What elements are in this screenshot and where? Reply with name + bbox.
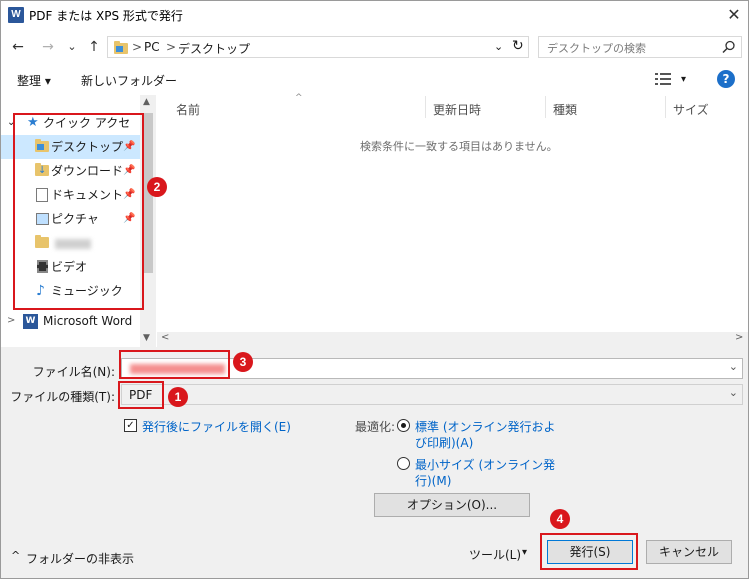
- nav-item-label: Microsoft Word: [43, 314, 133, 328]
- empty-list-message: 検索条件に一致する項目はありません。: [360, 140, 558, 153]
- history-dropdown[interactable]: ⌄: [65, 37, 79, 57]
- annotation-badge-2: 2: [147, 177, 167, 197]
- annotation-box-1: [118, 381, 164, 409]
- optimize-minimum-label-1[interactable]: 最小サイズ (オンライン発: [415, 456, 555, 473]
- sort-up-icon: ^: [295, 93, 303, 103]
- refresh-icon[interactable]: ↻: [512, 38, 524, 54]
- organize-menu[interactable]: 整理 ▾: [17, 72, 51, 89]
- view-list-icon[interactable]: [655, 73, 671, 85]
- filetype-select[interactable]: PDF ⌄: [121, 384, 743, 405]
- optimize-minimum-label-2[interactable]: 行)(M): [415, 472, 451, 489]
- column-divider[interactable]: [425, 96, 426, 118]
- filetype-label: ファイルの種類(T):: [10, 390, 115, 404]
- tools-dropdown-arrow[interactable]: ▾: [522, 547, 527, 558]
- annotation-box-2: [13, 113, 144, 310]
- open-after-checkbox[interactable]: ✓: [124, 419, 137, 432]
- options-button[interactable]: オプション(O)...: [374, 493, 530, 517]
- window-title: PDF または XPS 形式で発行: [29, 9, 183, 23]
- title-bar: W PDF または XPS 形式で発行 ✕: [1, 1, 748, 31]
- cancel-button[interactable]: キャンセル: [646, 540, 732, 564]
- column-divider[interactable]: [545, 96, 546, 118]
- word-icon: W: [8, 7, 24, 23]
- annotation-badge-3: 3: [233, 352, 253, 372]
- optimize-standard-radio[interactable]: [397, 419, 410, 432]
- breadcrumb-desktop[interactable]: デスクトップ: [178, 40, 250, 57]
- publish-dialog: W PDF または XPS 形式で発行 ✕ ← → ⌄ ↑ > PC > デスク…: [0, 0, 749, 579]
- chevron-down-icon[interactable]: ⌄: [494, 40, 503, 53]
- annotation-box-4: [540, 533, 638, 570]
- new-folder-button[interactable]: 新しいフォルダー: [81, 72, 177, 89]
- column-size[interactable]: サイズ: [673, 101, 709, 118]
- search-icon[interactable]: [721, 39, 737, 55]
- optimize-standard-label-2[interactable]: び印刷)(A): [415, 434, 473, 451]
- open-after-label[interactable]: 発行後にファイルを開く(E): [142, 418, 291, 435]
- tools-menu[interactable]: ツール(L): [469, 546, 521, 563]
- chevron-down-icon[interactable]: ⌄: [729, 360, 738, 373]
- chevron-right-icon[interactable]: >: [7, 309, 15, 333]
- word-icon: W: [23, 314, 38, 329]
- chevron-down-icon[interactable]: ⌄: [729, 386, 738, 399]
- scroll-up-icon[interactable]: ▲: [143, 97, 150, 107]
- breadcrumb-pc[interactable]: PC: [144, 40, 160, 54]
- search-input[interactable]: デスクトップの検索: [547, 40, 646, 56]
- list-horizontal-scrollbar[interactable]: < >: [157, 332, 748, 347]
- column-name[interactable]: 名前: [176, 101, 200, 118]
- filename-label: ファイル名(N):: [32, 365, 115, 379]
- column-divider[interactable]: [665, 96, 666, 118]
- annotation-badge-4: 4: [550, 509, 570, 529]
- desktop-folder-icon: [114, 41, 128, 54]
- optimize-label: 最適化:: [355, 420, 396, 434]
- scroll-right-icon[interactable]: >: [735, 332, 743, 343]
- column-type[interactable]: 種類: [553, 101, 577, 118]
- help-icon[interactable]: ?: [717, 70, 735, 88]
- scroll-down-icon[interactable]: ▼: [143, 333, 150, 343]
- optimize-minimum-radio[interactable]: [397, 457, 410, 470]
- optimize-standard-label-1[interactable]: 標準 (オンライン発行およ: [415, 418, 556, 435]
- back-button[interactable]: ←: [9, 37, 27, 57]
- scroll-left-icon[interactable]: <: [161, 332, 169, 343]
- nav-item-microsoft-word[interactable]: > W Microsoft Word: [1, 309, 141, 333]
- breadcrumb-separator: >: [166, 40, 177, 54]
- annotation-badge-1: 1: [168, 387, 188, 407]
- column-modified[interactable]: 更新日時: [433, 101, 481, 118]
- breadcrumb-separator: >: [132, 40, 143, 54]
- forward-button[interactable]: →: [39, 37, 57, 57]
- chevron-up-icon[interactable]: ^: [11, 549, 20, 562]
- address-bar[interactable]: > PC > デスクトップ ⌄ ↻: [107, 36, 529, 58]
- view-dropdown[interactable]: ▾: [681, 74, 686, 85]
- up-button[interactable]: ↑: [85, 37, 103, 57]
- close-button[interactable]: ✕: [723, 5, 745, 25]
- annotation-box-3: [119, 350, 230, 379]
- hide-folders-toggle[interactable]: フォルダーの非表示: [26, 550, 134, 567]
- search-box[interactable]: デスクトップの検索: [538, 36, 742, 58]
